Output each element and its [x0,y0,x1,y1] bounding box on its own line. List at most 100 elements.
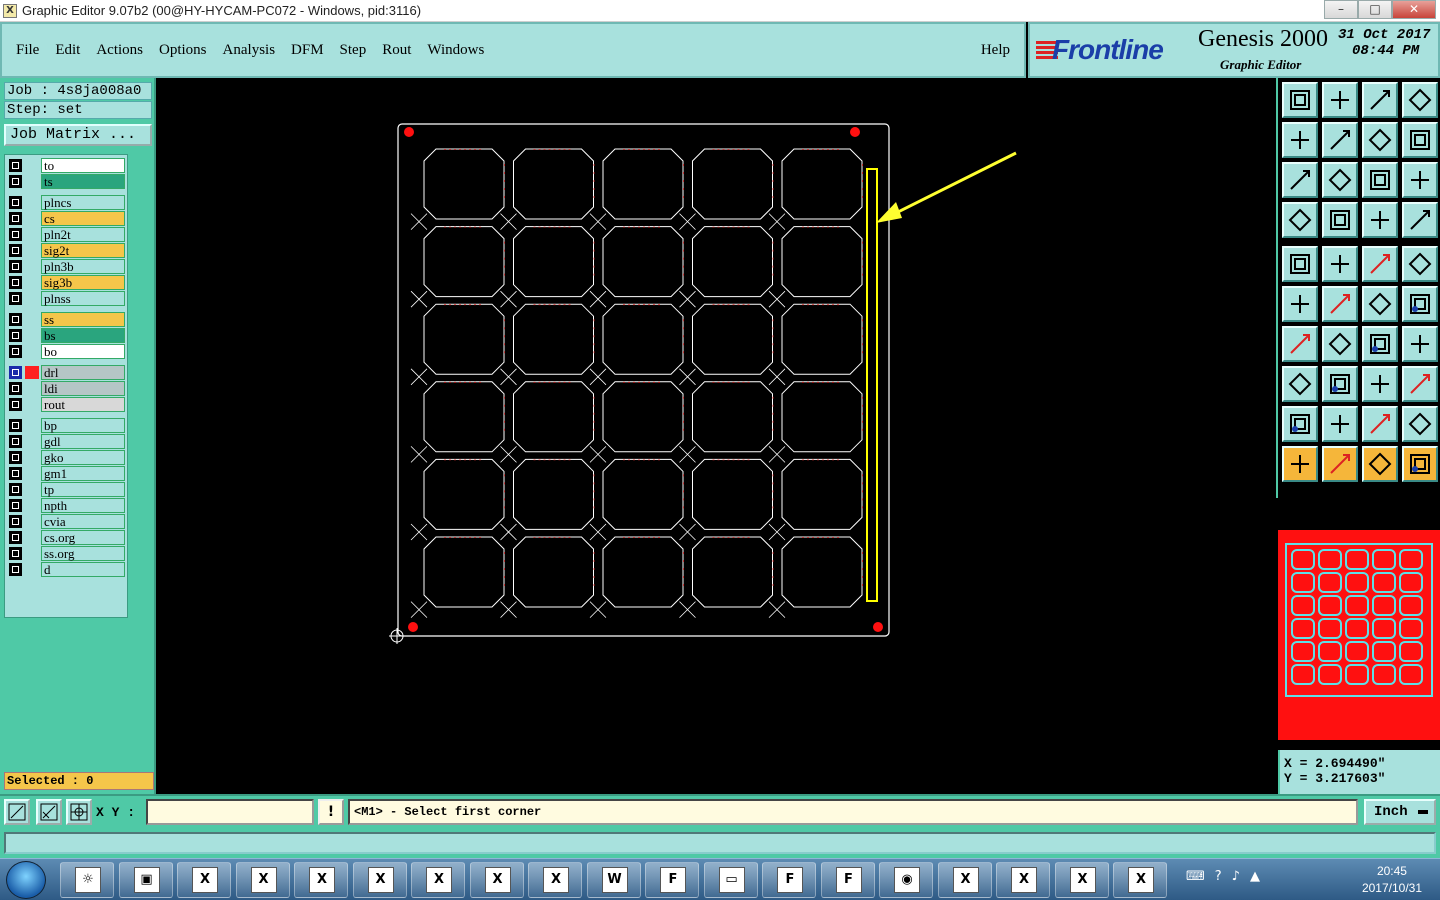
layer-row-pln3b[interactable]: pln3b [7,259,127,275]
menu-options[interactable]: Options [159,42,207,59]
resize-icon[interactable] [1322,366,1358,402]
ruler-icon[interactable] [1362,246,1398,282]
layer-row-ss-org[interactable]: ss.org [7,546,127,562]
taskbar-excel-6[interactable]: X [469,862,524,898]
connect-icon[interactable] [1362,286,1398,322]
layer-name[interactable]: ldi [41,381,125,396]
traffic-light-alt-icon[interactable] [1402,202,1438,238]
taskbar-excel-7[interactable]: X [528,862,582,898]
help-icon[interactable]: ? [1215,869,1222,884]
layer-name[interactable]: ss.org [41,546,125,561]
layer-row-bp[interactable]: bp [7,418,127,434]
layer-display-checkbox[interactable] [9,228,22,241]
layer-display-checkbox[interactable] [9,547,22,560]
layer-row-d[interactable]: d [7,562,127,578]
menu-analysis[interactable]: Analysis [223,42,276,59]
layer-name[interactable]: bs [41,328,125,343]
layer-name[interactable]: ss [41,312,125,327]
maximize-button[interactable]: □ [1358,0,1392,19]
layer-display-checkbox[interactable] [9,515,22,528]
layer-name[interactable]: pln3b [41,259,125,274]
angle-icon[interactable] [1282,326,1318,362]
home-icon[interactable] [1362,82,1398,118]
units-dropdown[interactable]: Inch [1364,799,1436,825]
help-query-icon[interactable] [1402,162,1438,198]
overview-panel[interactable] [1278,498,1440,742]
taskbar-graphic-editor-1[interactable]: X [937,862,992,898]
close-button[interactable]: ✕ [1392,0,1436,19]
layer-row-rout[interactable]: rout [7,397,127,413]
layer-row-cvia[interactable]: cvia [7,514,127,530]
menu-file[interactable]: File [16,42,39,59]
layer-name[interactable]: pln2t [41,227,125,242]
layer-row-ss[interactable]: ss [7,312,127,328]
route-icon[interactable] [1402,446,1438,482]
layer-display-checkbox[interactable] [9,159,22,172]
menu-windows[interactable]: Windows [427,42,484,59]
layer-display-checkbox[interactable] [9,398,22,411]
layer-display-checkbox[interactable] [9,531,22,544]
layer-name[interactable]: cs.org [41,530,125,545]
save-job-icon[interactable] [1322,82,1358,118]
layer-row-gdl[interactable]: gdl [7,434,127,450]
layer-row-cs-org[interactable]: cs.org [7,530,127,546]
pointer-icon[interactable] [1282,446,1318,482]
layer-row-sig3b[interactable]: sig3b [7,275,127,291]
zoom-center-icon[interactable] [1322,162,1358,198]
taskbar-genesis-1[interactable]: F [762,862,816,898]
layer-row-sig2t[interactable]: sig2t [7,243,127,259]
layer-out-icon[interactable] [1322,122,1358,158]
warning-button[interactable]: ! [318,799,344,825]
layer-display-checkbox[interactable] [9,563,22,576]
symbol-icon[interactable] [1402,326,1438,362]
taskbar-genesis-2[interactable]: F [820,862,875,898]
triangle-up-icon[interactable] [1322,406,1358,442]
job-matrix-button[interactable]: Job Matrix ... [4,124,152,146]
layer-row-drl[interactable]: drl [7,365,127,381]
measure-icon[interactable] [36,799,62,825]
layer-name[interactable]: npth [41,498,125,513]
layer-name[interactable]: drl [41,365,125,380]
layer-row-to[interactable]: to [7,158,127,174]
start-button[interactable] [6,861,46,899]
layer-row-pln2t[interactable]: pln2t [7,227,127,243]
layer-display-checkbox[interactable] [9,292,22,305]
menu-step[interactable]: Step [340,42,367,59]
layer-row-cs[interactable]: cs [7,211,127,227]
layer-name[interactable]: gdl [41,434,125,449]
layer-row-ts[interactable]: ts [7,174,127,190]
layer-display-checkbox[interactable] [9,451,22,464]
layer-display-checkbox[interactable] [9,212,22,225]
layer-name[interactable]: rout [41,397,125,412]
layer-row-npth[interactable]: npth [7,498,127,514]
layer-name[interactable]: tp [41,482,125,497]
grid-icon[interactable] [66,799,92,825]
layer-name[interactable]: cvia [41,514,125,529]
layer-in-icon[interactable] [1282,122,1318,158]
network-icon[interactable]: ▲ [1250,869,1260,884]
open-job-icon[interactable] [1282,82,1318,118]
layer-display-checkbox[interactable] [9,499,22,512]
menu-dfm[interactable]: DFM [291,42,324,59]
dot-icon[interactable] [1402,246,1438,282]
layer-row-tp[interactable]: tp [7,482,127,498]
pointer-box-icon[interactable] [1322,446,1358,482]
layer-name[interactable]: to [41,158,125,173]
zoom-fit-icon[interactable] [4,799,30,825]
extend-icon[interactable] [1402,286,1438,322]
graphic-canvas[interactable] [158,78,1276,794]
taskbar-frontline-f[interactable]: F [645,862,699,898]
pointer-round-icon[interactable] [1362,446,1398,482]
diagonal-icon[interactable] [1322,326,1358,362]
taskbar-weather-app[interactable]: ☼ [60,862,114,898]
line-draw-icon[interactable] [1322,246,1358,282]
layer-name[interactable]: gko [41,450,125,465]
menu-actions[interactable]: Actions [96,42,143,59]
taskbar-graphic-editor-3[interactable]: X [1054,862,1109,898]
mirror-icon[interactable] [1362,122,1398,158]
taskbar-excel-4[interactable]: X [352,862,407,898]
layer-display-checkbox[interactable] [9,345,22,358]
layer-row-plncs[interactable]: plncs [7,195,127,211]
move-icon[interactable] [1322,286,1358,322]
layer-display-checkbox[interactable] [9,329,22,342]
